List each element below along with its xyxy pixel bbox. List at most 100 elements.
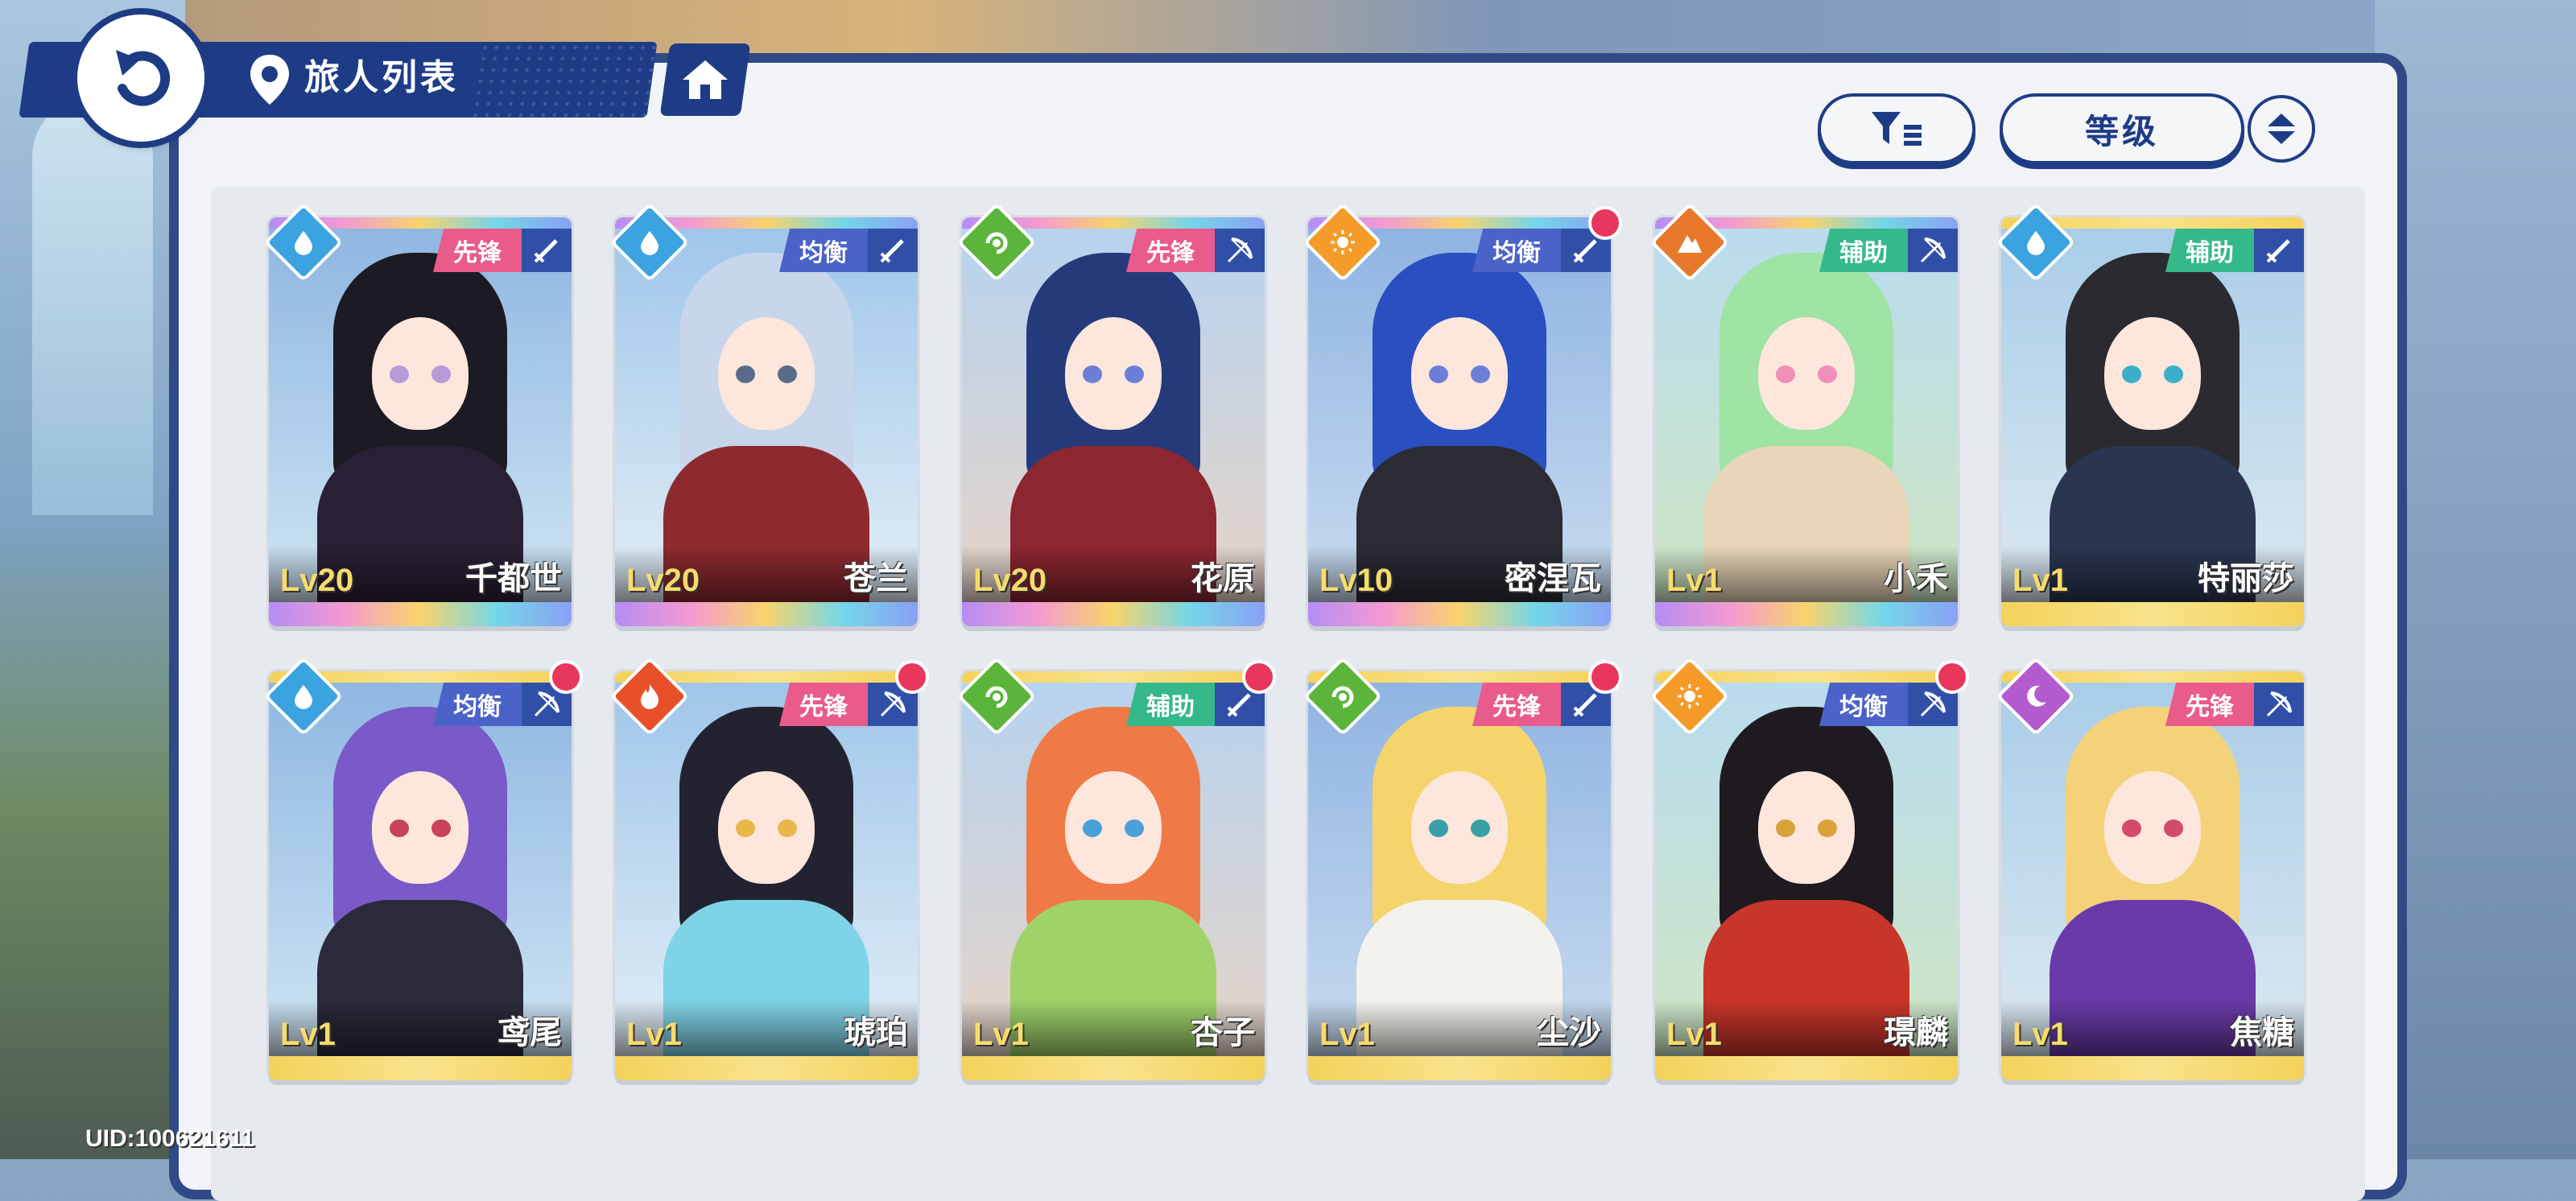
background-right (2375, 0, 2576, 1159)
sort-order-toggle[interactable] (2251, 98, 2312, 159)
sun-icon (1331, 230, 1355, 254)
character-level: Lv20 (973, 563, 1047, 598)
weapon-badge (868, 229, 918, 272)
notification-dot (1588, 206, 1622, 240)
bow-icon (1920, 691, 1946, 717)
character-name: 琥珀 (844, 1015, 908, 1050)
home-button[interactable] (659, 43, 751, 116)
character-level: Lv1 (1319, 1017, 1375, 1052)
water-drop-icon (295, 231, 312, 255)
character-card[interactable]: Lv20 花原 先锋 (962, 217, 1265, 626)
filter-icon (1872, 112, 1922, 146)
character-name: 鸢尾 (497, 1015, 562, 1050)
sort-by-button[interactable]: 等级 (2003, 97, 2241, 161)
rarity-bar (2001, 602, 2304, 626)
bow-icon (1920, 237, 1946, 263)
bow-icon (880, 691, 906, 717)
water-drop-icon (2027, 231, 2045, 255)
user-id-label: UID:100621611 (85, 1125, 255, 1152)
role-badge: 均衡 (1472, 229, 1561, 272)
bow-icon (534, 691, 559, 717)
character-card[interactable]: Lv1 特丽莎 辅助 (2001, 217, 2304, 626)
weapon-badge (2254, 229, 2304, 272)
rarity-bar (615, 1056, 918, 1080)
rarity-bar (2001, 1056, 2304, 1080)
page-title: 旅人列表 (304, 58, 459, 97)
character-level: Lv1 (2013, 563, 2068, 598)
role-badge: 先锋 (1126, 229, 1215, 272)
wind-swirl-icon (1331, 686, 1354, 708)
character-level: Lv1 (1666, 563, 1722, 598)
sword-icon (880, 239, 904, 263)
rarity-bar (1308, 602, 1611, 626)
sword-icon (1573, 693, 1597, 717)
character-name: 璟麟 (1884, 1015, 1948, 1050)
sword-icon (2266, 239, 2290, 263)
rarity-bar (269, 1056, 572, 1080)
character-name: 特丽莎 (2198, 561, 2294, 596)
role-badge: 辅助 (1819, 229, 1908, 272)
character-name: 小禾 (1884, 561, 1948, 596)
character-level: Lv1 (973, 1017, 1029, 1052)
water-drop-icon (641, 231, 658, 255)
role-badge: 辅助 (1126, 683, 1215, 726)
rarity-bar (269, 602, 572, 626)
bow-icon (1227, 237, 1253, 263)
character-name: 尘沙 (1537, 1015, 1601, 1050)
notification-dot (1588, 660, 1622, 694)
character-name: 密涅瓦 (1505, 561, 1601, 596)
character-level: Lv20 (626, 563, 700, 598)
water-drop-icon (295, 685, 312, 709)
character-card[interactable]: Lv1 琥珀 先锋 (615, 671, 918, 1080)
character-card[interactable]: Lv20 苍兰 均衡 (615, 217, 918, 626)
character-card[interactable]: Lv1 杏子 辅助 (962, 671, 1265, 1080)
character-card[interactable]: Lv20 千都世 先锋 (269, 217, 572, 626)
rarity-bar (1655, 1056, 1958, 1080)
character-card[interactable]: Lv1 焦糖 先锋 (2001, 671, 2304, 1080)
rarity-bar (615, 602, 918, 626)
rarity-bar (962, 602, 1265, 626)
location-pin-icon (250, 55, 289, 105)
sun-icon (1678, 684, 1702, 708)
mountain-icon (1678, 235, 1702, 253)
filter-button[interactable] (1821, 97, 1972, 161)
sort-up-icon (2268, 113, 2295, 126)
character-level: Lv20 (280, 563, 354, 598)
rarity-bar (962, 1056, 1265, 1080)
role-badge: 先锋 (2165, 683, 2254, 726)
role-badge: 均衡 (1819, 683, 1908, 726)
home-icon (683, 60, 728, 99)
weapon-badge (1908, 229, 1958, 272)
weapon-badge (2254, 683, 2304, 726)
character-card[interactable]: Lv10 密涅瓦 均衡 (1308, 217, 1611, 626)
sword-icon (534, 239, 558, 263)
wind-swirl-icon (985, 686, 1008, 708)
weapon-badge (522, 229, 572, 272)
rarity-bar (1655, 602, 1958, 626)
character-name: 千都世 (465, 561, 562, 596)
rarity-bar (1308, 1056, 1611, 1080)
character-name: 杏子 (1191, 1015, 1255, 1050)
back-button[interactable] (77, 14, 204, 142)
character-level: Lv1 (626, 1017, 682, 1052)
character-card[interactable]: Lv1 尘沙 先锋 (1308, 671, 1611, 1080)
character-name: 苍兰 (844, 561, 908, 596)
sort-down-icon (2268, 131, 2295, 144)
fire-icon (641, 684, 658, 709)
character-name: 焦糖 (2230, 1015, 2294, 1050)
role-badge: 均衡 (433, 683, 522, 726)
notification-dot (1935, 660, 1969, 694)
bow-icon (2266, 691, 2292, 717)
notification-dot (1242, 660, 1276, 694)
character-level: Lv1 (280, 1017, 336, 1052)
back-arrow-icon (116, 50, 171, 106)
character-card[interactable]: Lv1 鸢尾 均衡 (269, 671, 572, 1080)
background-left (0, 0, 185, 1159)
character-level: Lv1 (2013, 1017, 2068, 1052)
sword-icon (1227, 693, 1251, 717)
character-name: 花原 (1191, 561, 1255, 596)
character-card[interactable]: Lv1 小禾 辅助 (1655, 217, 1958, 626)
notification-dot (549, 660, 583, 694)
character-card[interactable]: Lv1 璟麟 均衡 (1655, 671, 1958, 1080)
character-level: Lv1 (1666, 1017, 1722, 1052)
